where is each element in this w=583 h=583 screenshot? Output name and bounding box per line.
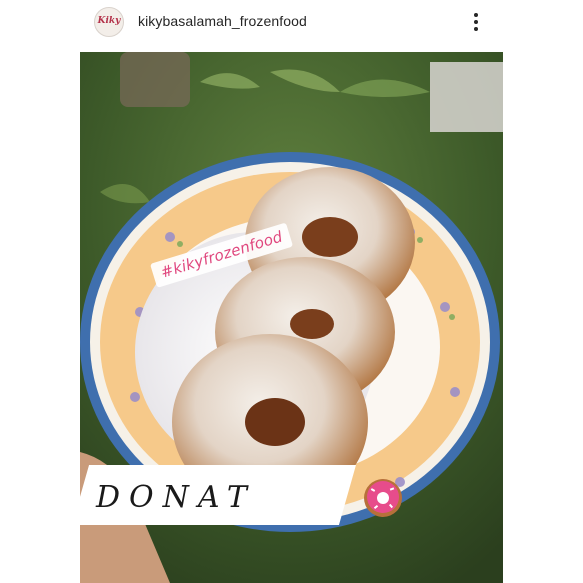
caption-label: DONAT <box>96 480 256 515</box>
avatar[interactable]: Kiky <box>94 7 124 37</box>
more-options-icon[interactable] <box>466 10 486 34</box>
post-header: Kiky kikybasalamah_frozenfood <box>0 0 583 46</box>
donut-icon <box>362 477 404 519</box>
caption-sticker-text: DONAT <box>96 480 256 515</box>
avatar-logo-text: Kiky <box>97 16 121 26</box>
post-username[interactable]: kikybasalamah_frozenfood <box>138 13 307 29</box>
